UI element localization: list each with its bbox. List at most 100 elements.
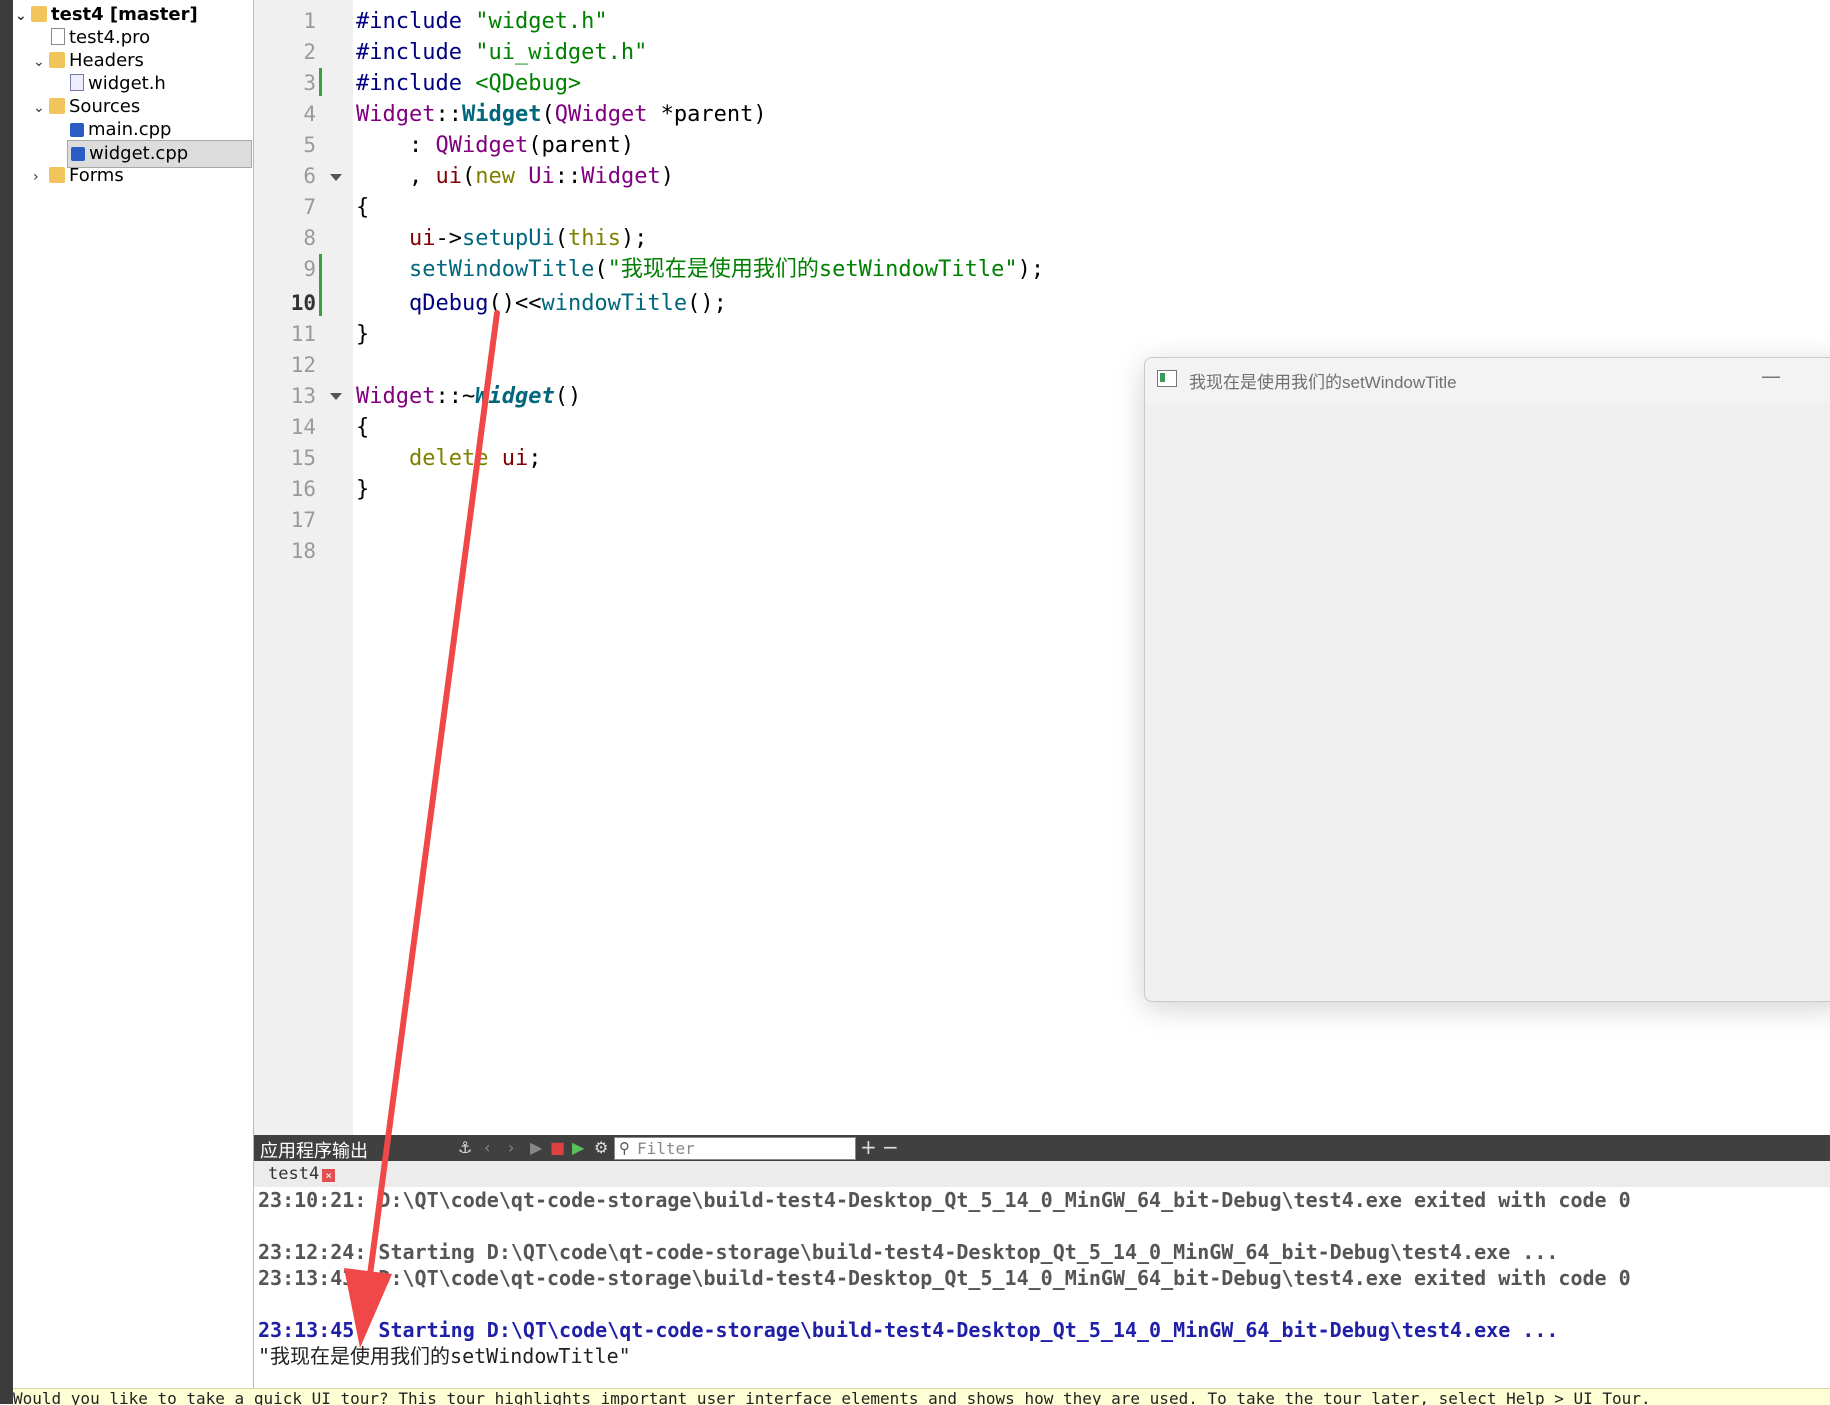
line-number: 12	[290, 353, 316, 377]
output-line: 23:10:21: D:\QT\code\qt-code-storage\bui…	[258, 1188, 1631, 1212]
code-token: "我现在是使用我们的setWindowTitle"	[607, 257, 1018, 282]
code-line: : QWidget(parent)	[356, 130, 634, 161]
code-line: {	[356, 195, 370, 220]
code-line: }	[356, 322, 370, 347]
application-output[interactable]: 23:10:21: D:\QT\code\qt-code-storage\bui…	[254, 1187, 1830, 1387]
output-tab-test4[interactable]: test4 ×	[268, 1161, 336, 1187]
output-pane-title: 应用程序输出	[260, 1141, 368, 1162]
project-tree: ⌄ test4 [master] test4.pro ⌄ Headers widge…	[13, 0, 254, 1404]
project-folder-icon	[31, 6, 47, 22]
code-token: #include	[356, 71, 476, 96]
tree-item-label: widget.cpp	[89, 143, 189, 164]
code-token: ()<<	[488, 291, 542, 316]
code-line: #include "ui_widget.h"	[356, 37, 647, 68]
code-token: "ui_widget.h"	[475, 40, 648, 65]
code-token: ()	[554, 384, 582, 409]
code-token: ::	[435, 102, 462, 127]
output-line: 23:13:45: Starting D:\QT\code\qt-code-st…	[258, 1318, 1559, 1342]
code-token: )	[660, 164, 674, 189]
code-token: :	[356, 133, 436, 158]
code-token: ui	[435, 164, 462, 189]
gear-icon[interactable]: ⚙	[594, 1138, 608, 1157]
close-icon[interactable]: ×	[322, 1169, 336, 1182]
add-icon[interactable]: +	[860, 1135, 877, 1159]
chevron-down-icon[interactable]: ⌄	[33, 49, 49, 75]
code-line: delete ui;	[356, 443, 541, 474]
cpp-file-icon	[71, 147, 85, 161]
run-icon[interactable]: ▶	[530, 1138, 542, 1157]
code-line: }	[356, 477, 370, 502]
chevron-right-icon[interactable]: ›	[33, 164, 49, 190]
app-window-titlebar[interactable]: 我现在是使用我们的setWindowTitle —	[1145, 358, 1830, 402]
tree-item-forms[interactable]: › Forms	[33, 163, 124, 189]
code-line: #include "widget.h"	[356, 6, 608, 37]
fold-arrow-icon[interactable]	[330, 393, 342, 400]
code-token: (	[594, 257, 608, 282]
next-item-icon[interactable]: ›	[508, 1138, 514, 1157]
line-number: 18	[290, 539, 316, 563]
code-token: QWidget	[435, 133, 529, 158]
output-line: 23:13:43: D:\QT\code\qt-code-storage\bui…	[258, 1266, 1631, 1290]
code-token: delete	[408, 446, 502, 471]
debug-run-icon[interactable]: ▶	[572, 1138, 584, 1157]
code-token: ();	[687, 291, 727, 316]
filter-placeholder: Filter	[637, 1139, 695, 1158]
headers-folder-icon	[49, 52, 65, 68]
line-number: 4	[303, 102, 316, 126]
forms-folder-icon	[49, 167, 65, 183]
header-file-icon	[70, 74, 84, 91]
code-token: *parent)	[647, 102, 767, 127]
line-number: 8	[303, 226, 316, 250]
code-token: Widget	[461, 102, 542, 127]
tree-item-label: Forms	[69, 165, 124, 186]
code-editor[interactable]: #include "widget.h" #include "ui_widget.…	[356, 0, 1156, 600]
stop-icon[interactable]: ■	[550, 1138, 565, 1157]
tree-item-label: test4.pro	[69, 27, 151, 48]
code-token: Widget	[581, 164, 661, 189]
previous-item-icon[interactable]: ‹	[484, 1138, 490, 1157]
code-token: ::	[554, 164, 582, 189]
modified-line-marker	[319, 68, 322, 96]
attach-debugger-icon[interactable]: ⚓	[458, 1138, 472, 1157]
code-token: windowTitle	[541, 291, 688, 316]
line-number: 9	[303, 257, 316, 281]
chevron-down-icon[interactable]: ⌄	[33, 95, 49, 121]
code-token: setupUi	[461, 226, 555, 251]
code-token: ,	[356, 164, 436, 189]
remove-icon[interactable]: −	[882, 1135, 899, 1159]
app-window-icon	[1157, 370, 1177, 387]
filter-input[interactable]: ⚲ Filter	[614, 1137, 856, 1160]
output-line: 23:12:24: Starting D:\QT\code\qt-code-st…	[258, 1240, 1559, 1264]
fold-arrow-icon[interactable]	[330, 174, 342, 181]
search-icon: ⚲	[619, 1139, 630, 1157]
code-token: (	[541, 102, 555, 127]
line-number: 6	[303, 164, 316, 188]
chevron-down-icon[interactable]: ⌄	[15, 3, 31, 29]
ui-tour-message: Would you like to take a quick UI tour? …	[13, 1389, 1651, 1405]
code-token: Widget	[356, 102, 436, 127]
line-number: 7	[303, 195, 316, 219]
minimize-button[interactable]: —	[1761, 364, 1781, 388]
code-token: Widget	[475, 384, 555, 409]
code-line: setWindowTitle("我现在是使用我们的setWindowTitle"…	[356, 254, 1044, 285]
running-app-window[interactable]: 我现在是使用我们的setWindowTitle —	[1144, 357, 1830, 1002]
line-number: 5	[303, 133, 316, 157]
code-token: (parent)	[528, 133, 635, 158]
code-line: Widget::Widget(QWidget *parent)	[356, 99, 767, 130]
code-token: #include	[356, 9, 476, 34]
code-token: Widget	[356, 384, 436, 409]
mode-selector-strip	[0, 0, 13, 1404]
code-token: ui	[501, 446, 529, 471]
code-line: Widget::~Widget()	[356, 381, 581, 412]
code-token: setWindowTitle	[408, 257, 595, 282]
app-window-title: 我现在是使用我们的setWindowTitle	[1189, 373, 1457, 392]
code-token: qDebug	[408, 291, 489, 316]
output-tab-bar: test4 ×	[254, 1161, 1830, 1188]
code-token: );	[1017, 257, 1045, 282]
code-line: , ui(new Ui::Widget)	[356, 161, 674, 192]
code-token: QWidget	[554, 102, 648, 127]
line-number: 15	[290, 446, 316, 470]
